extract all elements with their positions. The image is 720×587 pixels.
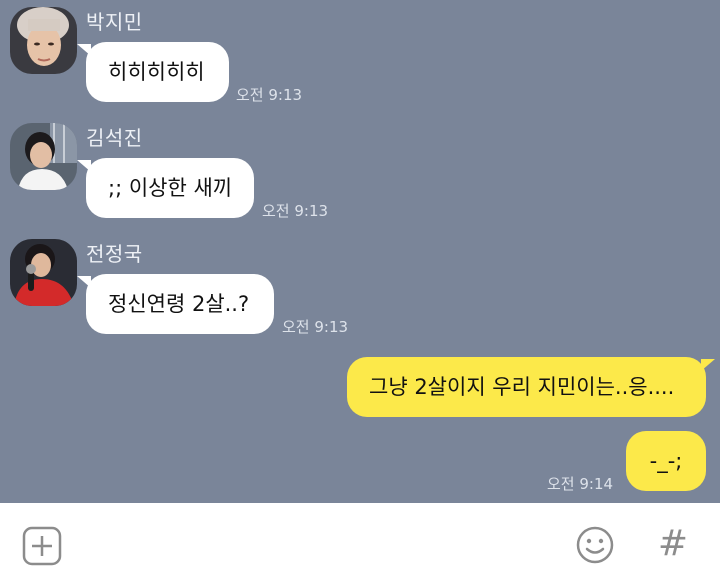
message-text: 그냥 2살이지 우리 지민이는..응.... [369, 375, 675, 399]
chat-area[interactable]: 박지민 히히히히히 오전 9:13 김석진 ;; 이상한 새끼 오전 9:13 … [0, 0, 720, 503]
input-bar: # [0, 503, 720, 587]
profile-photo [10, 239, 77, 306]
message-text: 정신연령 2살..? [108, 292, 250, 316]
smiley-icon[interactable] [575, 525, 615, 565]
message-text: 히히히히히 [108, 60, 205, 84]
message-time: 오전 9:14 [547, 475, 614, 493]
plus-square-icon[interactable] [22, 526, 62, 566]
message-time: 오전 9:13 [262, 202, 329, 220]
message-text: -_-; [649, 449, 683, 473]
message-bubble[interactable]: 정신연령 2살..? [77, 274, 274, 334]
profile-photo [10, 7, 77, 74]
sender-name: 전정국 [86, 242, 143, 266]
sender-name: 박지민 [86, 10, 143, 34]
message-bubble[interactable]: 히히히히히 [77, 42, 229, 102]
avatar[interactable] [10, 7, 77, 74]
avatar[interactable] [10, 239, 77, 306]
hash-icon[interactable]: # [655, 521, 691, 567]
message-text: ;; 이상한 새끼 [108, 176, 233, 200]
profile-photo [10, 123, 77, 190]
avatar[interactable] [10, 123, 77, 190]
message-time: 오전 9:13 [236, 86, 303, 104]
message-time: 오전 9:13 [282, 318, 349, 336]
message-bubble-outgoing[interactable]: 그냥 2살이지 우리 지민이는..응.... [347, 357, 715, 417]
sender-name: 김석진 [86, 126, 143, 150]
message-bubble-outgoing[interactable]: -_-; [626, 431, 706, 491]
message-bubble[interactable]: ;; 이상한 새끼 [77, 158, 254, 218]
